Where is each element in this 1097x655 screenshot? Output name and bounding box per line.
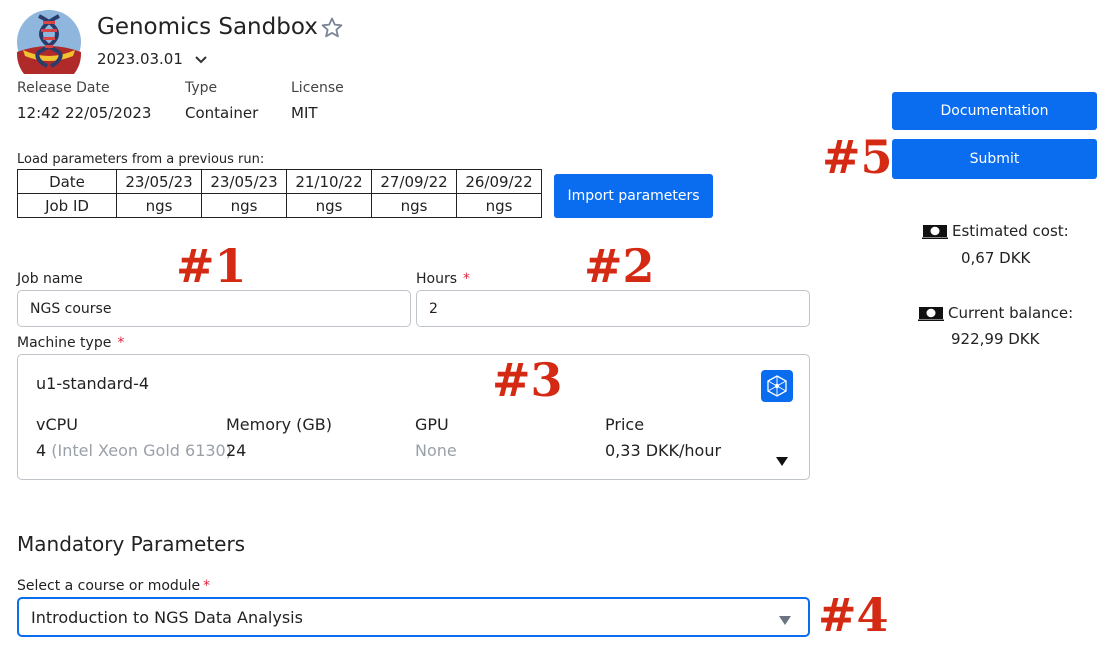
price-label: Price <box>605 415 645 434</box>
annotation-2: #2 <box>584 239 655 293</box>
annotation-5: #5 <box>822 130 893 184</box>
release-date-value: 12:42 22/05/2023 <box>17 104 152 122</box>
vcpu-value: 4 <box>36 441 47 460</box>
banknote-icon <box>922 224 948 239</box>
caret-down-icon[interactable] <box>777 611 793 625</box>
submit-button[interactable]: Submit <box>892 139 1097 179</box>
run-date-cell[interactable]: 27/09/22 <box>371 169 457 194</box>
required-mark: * <box>117 335 125 351</box>
documentation-button[interactable]: Documentation <box>892 92 1097 130</box>
estimated-cost-label: Estimated cost: <box>952 222 1069 240</box>
run-job-id-cell[interactable]: ngs <box>371 193 457 218</box>
gpu-label: GPU <box>415 415 449 434</box>
run-job-id-cell[interactable]: ngs <box>456 193 542 218</box>
license-label: License <box>291 80 344 96</box>
current-balance-value: 922,99 DKK <box>951 330 1040 348</box>
vcpu-detail: (Intel Xeon Gold 6130) <box>51 441 232 460</box>
job-name-label: Job name <box>17 271 83 287</box>
machine-type-selector[interactable] <box>17 354 810 480</box>
hours-label-text: Hours <box>416 271 458 287</box>
import-parameters-button[interactable]: Import parameters <box>554 174 713 218</box>
run-job-id-cell[interactable]: ngs <box>116 193 202 218</box>
vcpu-value-group: 4 (Intel Xeon Gold 6130) <box>36 441 232 460</box>
course-label: Select a course or module * <box>17 578 210 594</box>
caret-down-icon[interactable] <box>775 452 789 466</box>
hours-label: Hours * <box>416 271 470 287</box>
table-row: Job ID ngs ngs ngs ngs ngs <box>17 193 542 218</box>
run-date-cell[interactable]: 21/10/22 <box>286 169 372 194</box>
license-value: MIT <box>291 104 318 122</box>
annotation-4: #4 <box>818 588 889 642</box>
estimated-cost-value: 0,67 DKK <box>961 249 1031 267</box>
annotation-1: #1 <box>176 239 247 293</box>
type-label: Type <box>185 80 218 96</box>
current-balance-row: Current balance: <box>918 304 1073 322</box>
annotation-3: #3 <box>492 353 563 407</box>
run-job-id-cell[interactable]: ngs <box>286 193 372 218</box>
table-row: Date 23/05/23 23/05/23 21/10/22 27/09/22… <box>17 169 542 194</box>
run-date-cell[interactable]: 26/09/22 <box>456 169 542 194</box>
memory-label: Memory (GB) <box>226 415 333 434</box>
release-date-label: Release Date <box>17 80 110 96</box>
price-value: 0,33 DKK/hour <box>605 441 722 460</box>
required-mark: * <box>203 578 211 594</box>
job-name-field[interactable]: NGS course <box>17 290 411 327</box>
banknote-icon <box>918 306 944 321</box>
memory-value: 24 <box>226 441 247 460</box>
app-logo <box>17 10 81 86</box>
machine-name: u1-standard-4 <box>36 374 150 393</box>
row-header-job-id: Job ID <box>17 193 117 218</box>
row-header-date: Date <box>17 169 117 194</box>
run-date-cell[interactable]: 23/05/23 <box>201 169 287 194</box>
run-job-id-cell[interactable]: ngs <box>201 193 287 218</box>
current-balance-label: Current balance: <box>948 304 1074 322</box>
run-date-cell[interactable]: 23/05/23 <box>116 169 202 194</box>
course-select[interactable]: Introduction to NGS Data Analysis <box>17 597 810 637</box>
previous-runs-label: Load parameters from a previous run: <box>17 152 265 167</box>
job-name-value: NGS course <box>30 300 112 317</box>
gpu-value: None <box>415 441 457 460</box>
version-selector[interactable]: 2023.03.01 <box>97 50 183 68</box>
machine-type-label: Machine type * <box>17 335 124 351</box>
job-name-label-text: Job name <box>17 271 83 287</box>
course-select-value: Introduction to NGS Data Analysis <box>31 607 303 627</box>
type-value: Container <box>185 104 259 122</box>
chevron-down-icon[interactable] <box>193 52 209 68</box>
star-icon[interactable] <box>320 16 344 40</box>
machine-network-icon[interactable] <box>761 370 793 402</box>
estimated-cost-row: Estimated cost: <box>922 222 1069 240</box>
previous-runs-table: Date 23/05/23 23/05/23 21/10/22 27/09/22… <box>17 169 542 218</box>
version-label: 2023.03.01 <box>97 50 183 68</box>
machine-type-label-text: Machine type <box>17 335 112 351</box>
hours-field[interactable]: 2 <box>416 290 810 327</box>
hours-value: 2 <box>429 300 438 317</box>
vcpu-label: vCPU <box>36 415 78 434</box>
course-label-text: Select a course or module <box>17 578 201 594</box>
app-title: Genomics Sandbox <box>97 14 318 40</box>
mandatory-parameters-title: Mandatory Parameters <box>17 532 246 556</box>
required-mark: * <box>463 271 471 287</box>
